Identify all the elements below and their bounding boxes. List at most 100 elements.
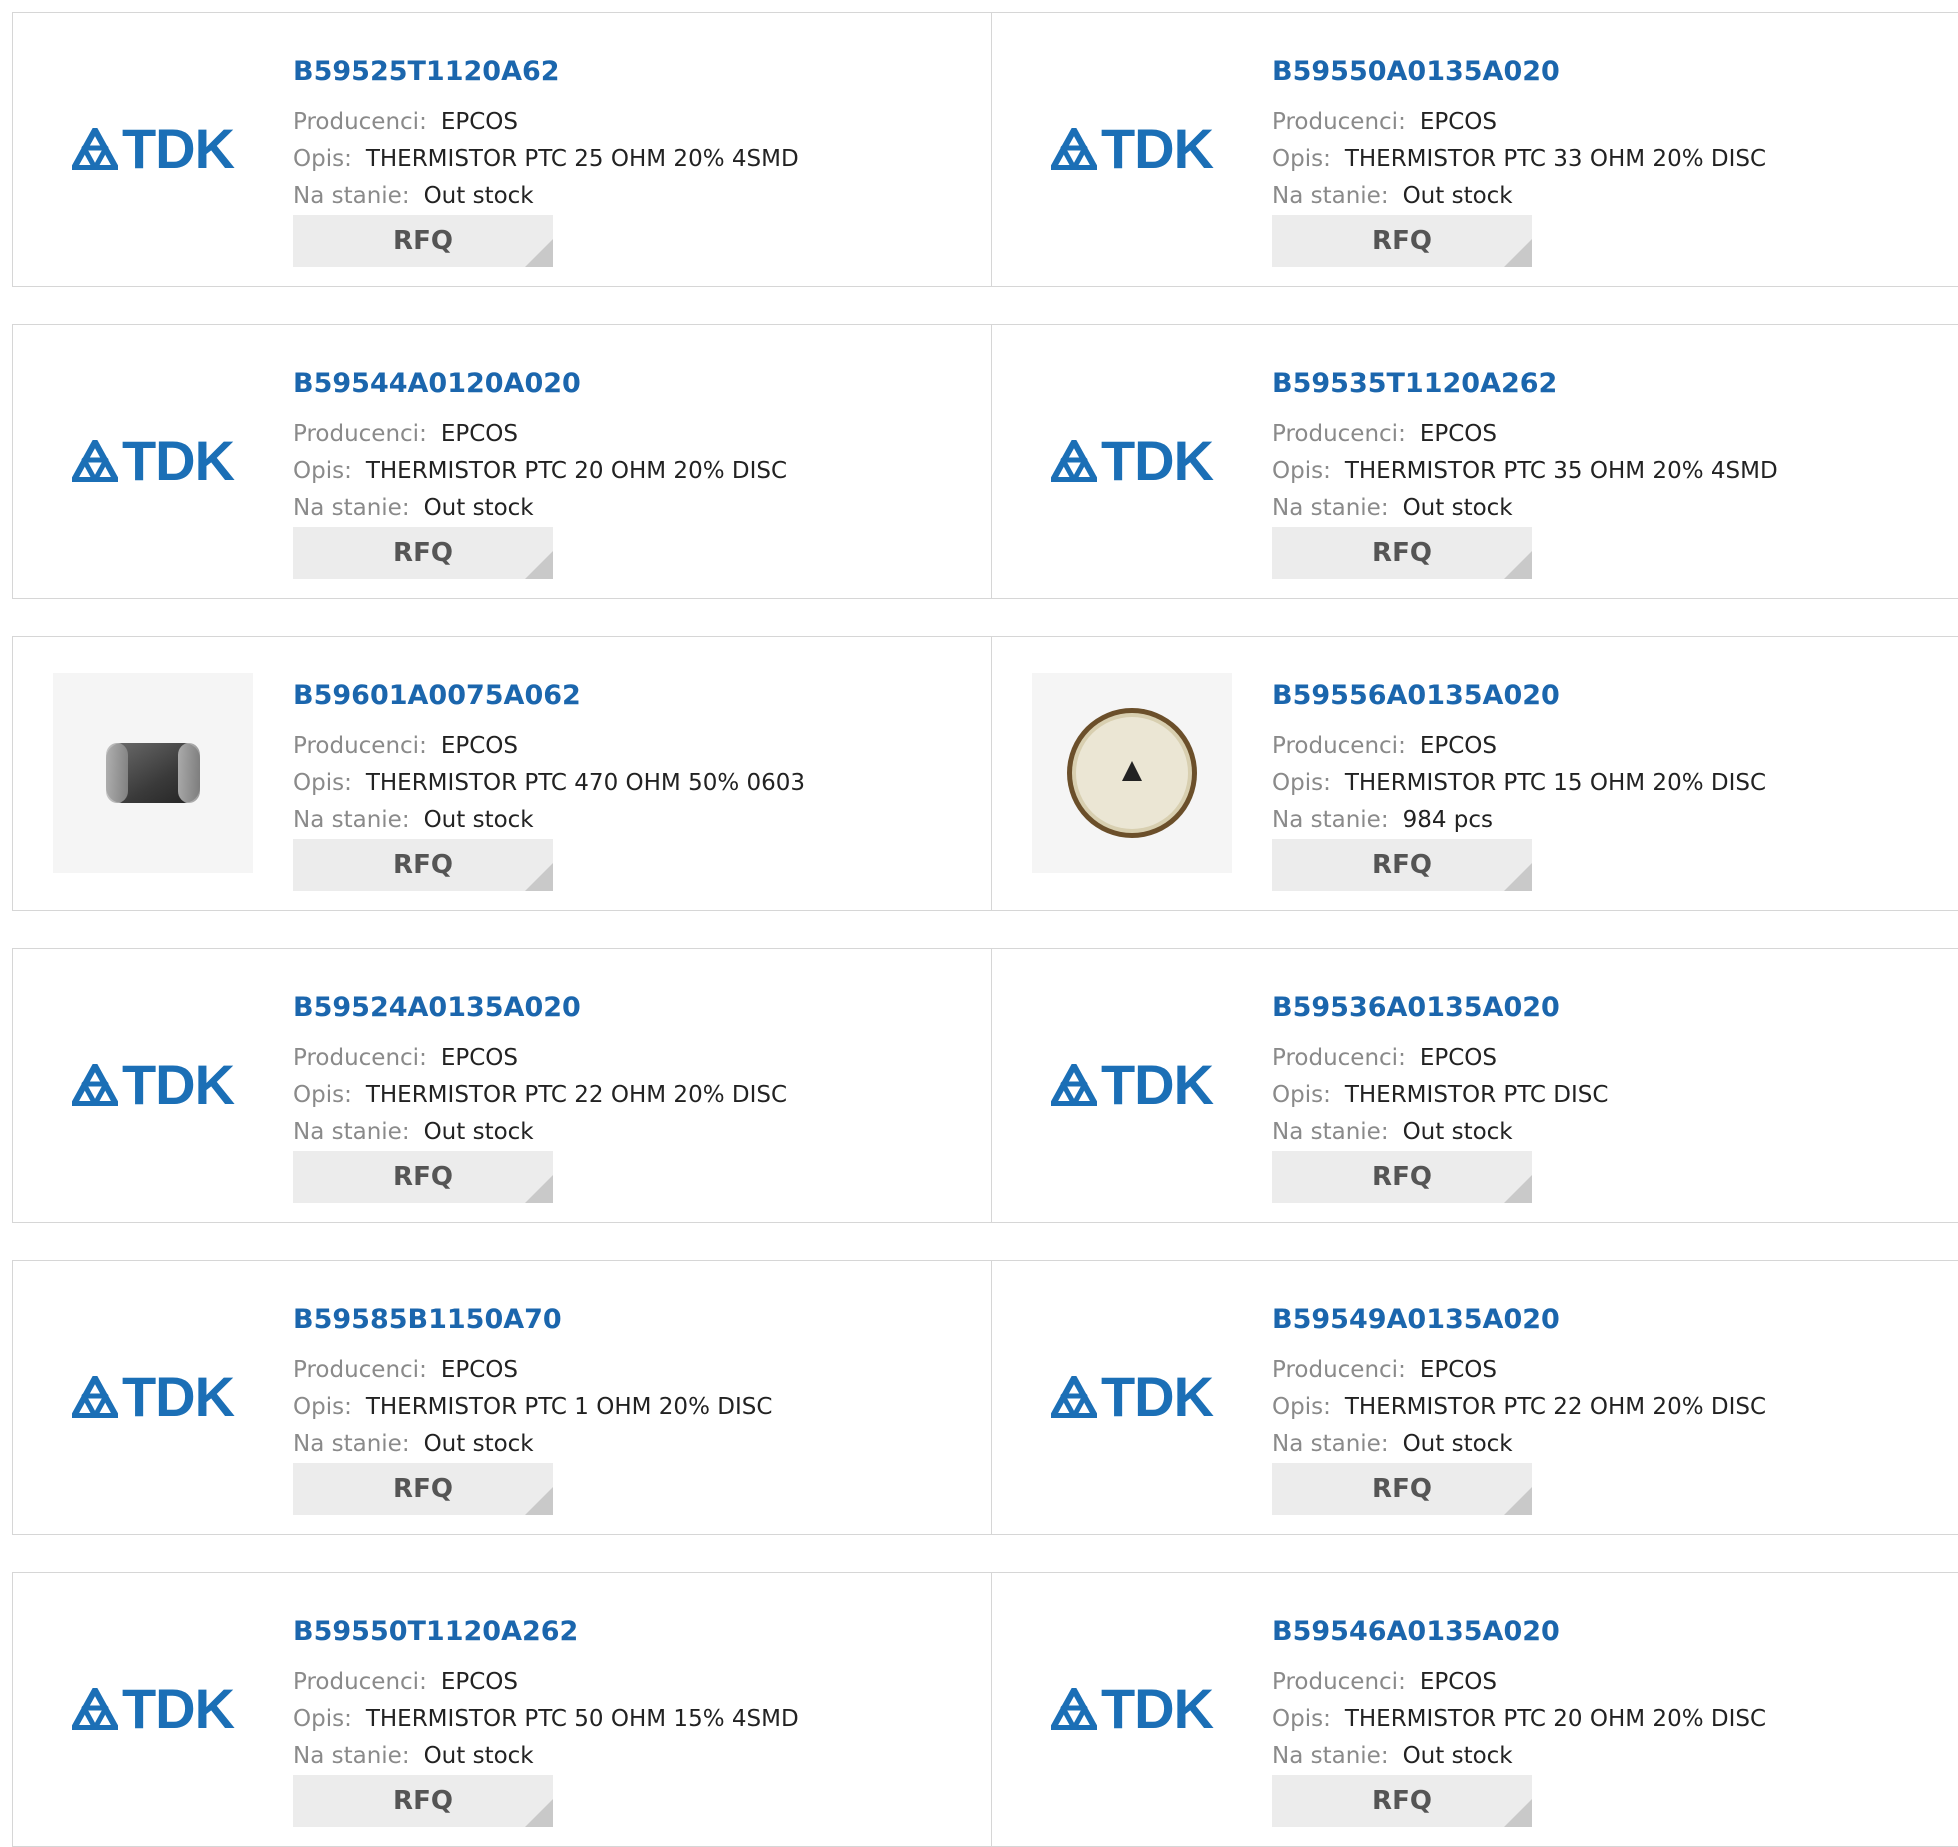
product-image[interactable]: TDK	[1032, 997, 1232, 1172]
product-part-number-link[interactable]: B59549A0135A020	[1272, 1304, 1560, 1335]
product-card: TDK B59524A0135A020 Producenci: EPCOS Opis: T…	[13, 949, 991, 1222]
product-part-number-link[interactable]: B59544A0120A020	[293, 368, 581, 399]
product-image[interactable]: TDK	[53, 1309, 253, 1484]
stock-line: Na stanie: 984 pcs	[1272, 809, 1493, 832]
product-image[interactable]: TDK	[1032, 1621, 1232, 1796]
corner-triangle-icon	[525, 1175, 553, 1203]
product-image[interactable]: TDK	[53, 61, 253, 236]
product-part-number-link[interactable]: B59601A0075A062	[293, 680, 581, 711]
description-value: THERMISTOR PTC 20 OHM 20% DISC	[1344, 1706, 1767, 1732]
product-row: B59601A0075A062 Producenci: EPCOS Opis: THER…	[12, 636, 1958, 911]
product-card: TDK B59535T1120A262 Producenci: EPCOS Opis: T…	[991, 325, 1958, 598]
stock-value: Out stock	[423, 1743, 534, 1769]
product-part-number-link[interactable]: B59585B1150A70	[293, 1304, 562, 1335]
manufacturer-value: EPCOS	[1419, 1357, 1497, 1383]
rfq-button[interactable]: RFQ	[293, 1775, 553, 1827]
manufacturer-line: Producenci: EPCOS	[1272, 423, 1497, 446]
product-row: TDK B59524A0135A020 Producenci: EPCOS Opis: T…	[12, 948, 1958, 1223]
description-value: THERMISTOR PTC 20 OHM 20% DISC	[365, 458, 788, 484]
rfq-button[interactable]: RFQ	[293, 839, 553, 891]
description-label: Opis:	[293, 1706, 352, 1732]
tdk-emblem-icon	[71, 1063, 118, 1106]
manufacturer-label: Producenci:	[293, 1669, 427, 1695]
tdk-logo: TDK	[1050, 1368, 1214, 1425]
description-label: Opis:	[293, 146, 352, 172]
rfq-button[interactable]: RFQ	[293, 215, 553, 267]
rfq-button[interactable]: RFQ	[293, 527, 553, 579]
product-image[interactable]: TDK	[1032, 1309, 1232, 1484]
tdk-logo: TDK	[71, 116, 235, 180]
manufacturer-line: Producenci: EPCOS	[293, 423, 518, 446]
rfq-button[interactable]: RFQ	[1272, 1151, 1532, 1203]
product-part-number-link[interactable]: B59536A0135A020	[1272, 992, 1560, 1023]
manufacturer-value: EPCOS	[440, 733, 518, 759]
manufacturer-line: Producenci: EPCOS	[1272, 1047, 1497, 1070]
manufacturer-label: Producenci:	[1272, 109, 1406, 135]
manufacturer-value: EPCOS	[440, 1357, 518, 1383]
product-image[interactable]: TDK	[53, 373, 253, 548]
manufacturer-value: EPCOS	[440, 421, 518, 447]
product-image[interactable]	[53, 672, 253, 873]
description-label: Opis:	[1272, 458, 1331, 484]
tdk-logo: TDK	[71, 432, 235, 489]
stock-label: Na stanie:	[1272, 1431, 1389, 1457]
rfq-button-label: RFQ	[393, 850, 453, 880]
product-image[interactable]: TDK	[53, 997, 253, 1172]
product-card: B59556A0135A020 Producenci: EPCOS Opis: THER…	[991, 637, 1958, 910]
manufacturer-line: Producenci: EPCOS	[293, 735, 518, 758]
product-part-number-link[interactable]: B59525T1120A62	[293, 56, 560, 87]
manufacturer-value: EPCOS	[440, 1045, 518, 1071]
product-part-number-link[interactable]: B59550T1120A262	[293, 1616, 578, 1647]
description-line: Opis: THERMISTOR PTC 50 OHM 15% 4SMD	[293, 1708, 799, 1731]
description-label: Opis:	[293, 458, 352, 484]
description-value: THERMISTOR PTC 15 OHM 20% DISC	[1344, 770, 1767, 796]
tdk-emblem-icon	[1050, 1687, 1097, 1730]
stock-value: Out stock	[423, 807, 534, 833]
rfq-button-label: RFQ	[393, 226, 453, 256]
product-image[interactable]: TDK	[53, 1621, 253, 1796]
manufacturer-label: Producenci:	[293, 421, 427, 447]
tdk-logo: TDK	[1050, 120, 1214, 177]
product-row: TDK B59544A0120A020 Producenci: EPCOS Opis: T…	[12, 324, 1958, 599]
stock-label: Na stanie:	[293, 1743, 410, 1769]
product-part-number-link[interactable]: B59524A0135A020	[293, 992, 581, 1023]
tdk-wordmark: TDK	[121, 1676, 235, 1740]
rfq-button[interactable]: RFQ	[1272, 215, 1532, 267]
description-label: Opis:	[1272, 146, 1331, 172]
manufacturer-label: Producenci:	[1272, 421, 1406, 447]
rfq-button[interactable]: RFQ	[1272, 1775, 1532, 1827]
manufacturer-line: Producenci: EPCOS	[1272, 111, 1497, 134]
smd-chip-photo	[53, 672, 253, 873]
product-image[interactable]: TDK	[1032, 373, 1232, 548]
stock-label: Na stanie:	[1272, 1743, 1389, 1769]
stock-line: Na stanie: Out stock	[293, 185, 534, 208]
tdk-wordmark: TDK	[121, 116, 235, 180]
rfq-button[interactable]: RFQ	[293, 1151, 553, 1203]
product-part-number-link[interactable]: B59535T1120A262	[1272, 368, 1557, 399]
product-part-number-link[interactable]: B59550A0135A020	[1272, 56, 1560, 87]
manufacturer-line: Producenci: EPCOS	[293, 1359, 518, 1382]
tdk-logo: TDK	[71, 1676, 235, 1740]
corner-triangle-icon	[1504, 1487, 1532, 1515]
product-image[interactable]: TDK	[1032, 61, 1232, 236]
description-label: Opis:	[1272, 770, 1331, 796]
stock-value: Out stock	[1402, 1431, 1513, 1457]
stock-value: Out stock	[423, 495, 534, 521]
product-part-number-link[interactable]: B59546A0135A020	[1272, 1616, 1560, 1647]
rfq-button[interactable]: RFQ	[1272, 527, 1532, 579]
description-value: THERMISTOR PTC DISC	[1344, 1082, 1609, 1108]
rfq-button[interactable]: RFQ	[1272, 1463, 1532, 1515]
product-image[interactable]	[1032, 672, 1232, 873]
description-line: Opis: THERMISTOR PTC DISC	[1272, 1084, 1608, 1107]
stock-label: Na stanie:	[293, 495, 410, 521]
rfq-button[interactable]: RFQ	[293, 1463, 553, 1515]
product-part-number-link[interactable]: B59556A0135A020	[1272, 680, 1560, 711]
description-line: Opis: THERMISTOR PTC 1 OHM 20% DISC	[293, 1396, 772, 1419]
rfq-button[interactable]: RFQ	[1272, 839, 1532, 891]
tdk-wordmark: TDK	[121, 1052, 235, 1116]
manufacturer-line: Producenci: EPCOS	[1272, 1359, 1497, 1382]
stock-value: Out stock	[423, 1119, 534, 1145]
product-card: TDK B59549A0135A020 Producenci: EPCOS Opis: T…	[991, 1261, 1958, 1534]
tdk-wordmark: TDK	[1100, 428, 1214, 492]
description-label: Opis:	[1272, 1394, 1331, 1420]
